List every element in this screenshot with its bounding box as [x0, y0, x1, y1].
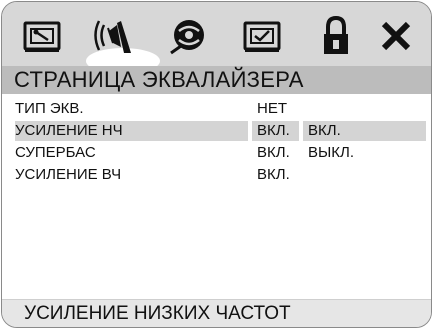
video-screen-icon[interactable]	[238, 12, 286, 60]
disc-icon[interactable]	[164, 12, 212, 60]
option-off[interactable]: ВЫКЛ.	[303, 142, 426, 164]
audio-speaker-icon[interactable]	[90, 12, 138, 60]
menu-row-bass-boost[interactable]: УСИЛЕНИЕ НЧ ВКЛ. ВКЛ.	[2, 120, 431, 142]
osd-window: СТРАНИЦА ЭКВАЛАЙЗЕРА ТИП ЭКВ. НЕТ УСИЛЕН…	[1, 1, 432, 328]
menu-row-eq-type[interactable]: ТИП ЭКВ. НЕТ	[2, 98, 431, 120]
status-bar: УСИЛЕНИЕ НИЗКИХ ЧАСТОТ	[2, 299, 431, 327]
menu-row-superbass[interactable]: СУПЕРБАС ВКЛ. ВЫКЛ.	[2, 142, 431, 164]
row-label: УСИЛЕНИЕ ВЧ	[15, 166, 122, 183]
row-label: ТИП ЭКВ.	[15, 100, 84, 117]
row-label: УСИЛЕНИЕ НЧ	[15, 122, 123, 139]
settings-tab-icon[interactable]	[18, 12, 66, 60]
icon-tab-bar	[2, 2, 431, 74]
lock-icon[interactable]	[312, 12, 360, 60]
row-label: СУПЕРБАС	[15, 144, 96, 161]
close-icon[interactable]	[372, 12, 420, 60]
row-value: ВКЛ.	[257, 144, 290, 161]
row-value: НЕТ	[257, 100, 287, 117]
row-value: ВКЛ.	[257, 166, 290, 183]
menu-row-treble-boost[interactable]: УСИЛЕНИЕ ВЧ ВКЛ.	[2, 164, 431, 186]
settings-menu: ТИП ЭКВ. НЕТ УСИЛЕНИЕ НЧ ВКЛ. ВКЛ. СУПЕР…	[2, 94, 431, 301]
page-title: СТРАНИЦА ЭКВАЛАЙЗЕРА	[2, 66, 431, 94]
row-value: ВКЛ.	[257, 122, 290, 139]
option-on[interactable]: ВКЛ.	[303, 121, 426, 141]
